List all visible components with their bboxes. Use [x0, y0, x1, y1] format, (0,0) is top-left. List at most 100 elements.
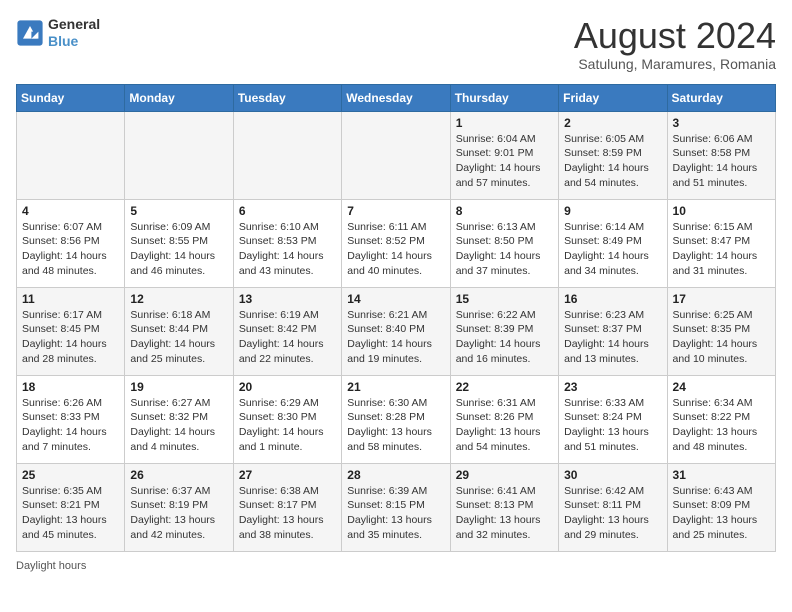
day-header-monday: Monday: [125, 84, 233, 111]
day-header-thursday: Thursday: [450, 84, 558, 111]
calendar-cell: 5 Sunrise: 6:09 AMSunset: 8:55 PMDaylight…: [125, 199, 233, 287]
calendar-cell: 24Sunrise: 6:34 AMSunset: 8:22 PMDayligh…: [667, 375, 775, 463]
logo-general: General: [48, 16, 100, 33]
day-info: Sunrise: 6:07 AMSunset: 8:56 PMDaylight:…: [22, 220, 119, 279]
day-info: Sunrise: 6:04 AMSunset: 9:01 PMDaylight:…: [456, 132, 553, 191]
main-title: August 2024: [574, 16, 776, 56]
calendar-cell: 23 Sunrise: 6:33 AMSunset: 8:24 PMDayligh…: [559, 375, 667, 463]
day-number: 28: [347, 468, 444, 482]
calendar-week-row: 18 Sunrise: 6:26 AMSunset: 8:33 PMDayligh…: [17, 375, 776, 463]
day-number: 4: [22, 204, 119, 218]
title-block: August 2024 Satulung, Maramures, Romania: [574, 16, 776, 72]
calendar-week-row: 4 Sunrise: 6:07 AMSunset: 8:56 PMDaylight…: [17, 199, 776, 287]
day-info: Sunrise: 6:19 AMSunset: 8:42 PMDaylight:…: [239, 308, 336, 367]
day-info: Sunrise: 6:37 AMSunset: 8:19 PMDaylight:…: [130, 484, 227, 543]
day-number: 14: [347, 292, 444, 306]
day-number: 18: [22, 380, 119, 394]
day-info: Sunrise: 6:39 AMSunset: 8:15 PMDaylight:…: [347, 484, 444, 543]
day-number: 21: [347, 380, 444, 394]
day-info: Sunrise: 6:25 AMSunset: 8:35 PMDaylight:…: [673, 308, 770, 367]
day-number: 27: [239, 468, 336, 482]
day-number: 3: [673, 116, 770, 130]
calendar-cell: 31 Sunrise: 6:43 AMSunset: 8:09 PMDayligh…: [667, 463, 775, 551]
calendar-cell: 16 Sunrise: 6:23 AMSunset: 8:37 PMDayligh…: [559, 287, 667, 375]
calendar-cell: 4 Sunrise: 6:07 AMSunset: 8:56 PMDaylight…: [17, 199, 125, 287]
day-number: 5: [130, 204, 227, 218]
calendar-cell: 27 Sunrise: 6:38 AMSunset: 8:17 PMDayligh…: [233, 463, 341, 551]
calendar-week-row: 25Sunrise: 6:35 AMSunset: 8:21 PMDayligh…: [17, 463, 776, 551]
day-number: 30: [564, 468, 661, 482]
logo-text: General Blue: [48, 16, 100, 50]
day-info: Sunrise: 6:38 AMSunset: 8:17 PMDaylight:…: [239, 484, 336, 543]
calendar-cell: 12Sunrise: 6:18 AMSunset: 8:44 PMDayligh…: [125, 287, 233, 375]
day-number: 19: [130, 380, 227, 394]
calendar-week-row: 11Sunrise: 6:17 AMSunset: 8:45 PMDayligh…: [17, 287, 776, 375]
day-number: 12: [130, 292, 227, 306]
day-number: 1: [456, 116, 553, 130]
day-number: 13: [239, 292, 336, 306]
day-info: Sunrise: 6:11 AMSunset: 8:52 PMDaylight:…: [347, 220, 444, 279]
calendar-table: SundayMondayTuesdayWednesdayThursdayFrid…: [16, 84, 776, 552]
day-info: Sunrise: 6:33 AMSunset: 8:24 PMDaylight:…: [564, 396, 661, 455]
day-info: Sunrise: 6:43 AMSunset: 8:09 PMDaylight:…: [673, 484, 770, 543]
calendar-cell: 14 Sunrise: 6:21 AMSunset: 8:40 PMDayligh…: [342, 287, 450, 375]
day-number: 22: [456, 380, 553, 394]
day-info: Sunrise: 6:17 AMSunset: 8:45 PMDaylight:…: [22, 308, 119, 367]
day-number: 9: [564, 204, 661, 218]
day-number: 10: [673, 204, 770, 218]
calendar-cell: 6Sunrise: 6:10 AMSunset: 8:53 PMDaylight…: [233, 199, 341, 287]
calendar-cell: 21Sunrise: 6:30 AMSunset: 8:28 PMDayligh…: [342, 375, 450, 463]
day-number: 23: [564, 380, 661, 394]
day-info: Sunrise: 6:21 AMSunset: 8:40 PMDaylight:…: [347, 308, 444, 367]
day-info: Sunrise: 6:29 AMSunset: 8:30 PMDaylight:…: [239, 396, 336, 455]
day-number: 17: [673, 292, 770, 306]
day-info: Sunrise: 6:15 AMSunset: 8:47 PMDaylight:…: [673, 220, 770, 279]
day-info: Sunrise: 6:14 AMSunset: 8:49 PMDaylight:…: [564, 220, 661, 279]
day-number: 31: [673, 468, 770, 482]
day-header-tuesday: Tuesday: [233, 84, 341, 111]
day-info: Sunrise: 6:41 AMSunset: 8:13 PMDaylight:…: [456, 484, 553, 543]
calendar-cell: 30 Sunrise: 6:42 AMSunset: 8:11 PMDayligh…: [559, 463, 667, 551]
calendar-header-row: SundayMondayTuesdayWednesdayThursdayFrid…: [17, 84, 776, 111]
day-number: 20: [239, 380, 336, 394]
day-info: Sunrise: 6:27 AMSunset: 8:32 PMDaylight:…: [130, 396, 227, 455]
calendar-cell: 1 Sunrise: 6:04 AMSunset: 9:01 PMDaylight…: [450, 111, 558, 199]
day-info: Sunrise: 6:26 AMSunset: 8:33 PMDaylight:…: [22, 396, 119, 455]
calendar-cell: 22 Sunrise: 6:31 AMSunset: 8:26 PMDayligh…: [450, 375, 558, 463]
subtitle: Satulung, Maramures, Romania: [574, 56, 776, 72]
day-info: Sunrise: 6:13 AMSunset: 8:50 PMDaylight:…: [456, 220, 553, 279]
day-info: Sunrise: 6:10 AMSunset: 8:53 PMDaylight:…: [239, 220, 336, 279]
logo-icon: [16, 19, 44, 47]
day-number: 15: [456, 292, 553, 306]
calendar-week-row: 1 Sunrise: 6:04 AMSunset: 9:01 PMDaylight…: [17, 111, 776, 199]
calendar-cell: 10 Sunrise: 6:15 AMSunset: 8:47 PMDayligh…: [667, 199, 775, 287]
day-header-saturday: Saturday: [667, 84, 775, 111]
calendar-cell: [342, 111, 450, 199]
calendar-cell: [233, 111, 341, 199]
calendar-cell: 3Sunrise: 6:06 AMSunset: 8:58 PMDaylight…: [667, 111, 775, 199]
day-number: 2: [564, 116, 661, 130]
day-number: 25: [22, 468, 119, 482]
day-number: 16: [564, 292, 661, 306]
calendar-cell: 11Sunrise: 6:17 AMSunset: 8:45 PMDayligh…: [17, 287, 125, 375]
day-info: Sunrise: 6:42 AMSunset: 8:11 PMDaylight:…: [564, 484, 661, 543]
day-header-friday: Friday: [559, 84, 667, 111]
day-info: Sunrise: 6:09 AMSunset: 8:55 PMDaylight:…: [130, 220, 227, 279]
calendar-cell: [125, 111, 233, 199]
calendar-cell: 29Sunrise: 6:41 AMSunset: 8:13 PMDayligh…: [450, 463, 558, 551]
calendar-cell: 8 Sunrise: 6:13 AMSunset: 8:50 PMDaylight…: [450, 199, 558, 287]
calendar-cell: 28 Sunrise: 6:39 AMSunset: 8:15 PMDayligh…: [342, 463, 450, 551]
calendar-cell: 7Sunrise: 6:11 AMSunset: 8:52 PMDaylight…: [342, 199, 450, 287]
day-info: Sunrise: 6:31 AMSunset: 8:26 PMDaylight:…: [456, 396, 553, 455]
calendar-cell: 13 Sunrise: 6:19 AMSunset: 8:42 PMDayligh…: [233, 287, 341, 375]
day-number: 8: [456, 204, 553, 218]
day-info: Sunrise: 6:23 AMSunset: 8:37 PMDaylight:…: [564, 308, 661, 367]
day-info: Sunrise: 6:34 AMSunset: 8:22 PMDaylight:…: [673, 396, 770, 455]
calendar-cell: 17 Sunrise: 6:25 AMSunset: 8:35 PMDayligh…: [667, 287, 775, 375]
calendar-cell: 20 Sunrise: 6:29 AMSunset: 8:30 PMDayligh…: [233, 375, 341, 463]
day-info: Sunrise: 6:05 AMSunset: 8:59 PMDaylight:…: [564, 132, 661, 191]
calendar-cell: 26 Sunrise: 6:37 AMSunset: 8:19 PMDayligh…: [125, 463, 233, 551]
logo-blue: Blue: [48, 33, 100, 50]
day-number: 26: [130, 468, 227, 482]
day-header-sunday: Sunday: [17, 84, 125, 111]
